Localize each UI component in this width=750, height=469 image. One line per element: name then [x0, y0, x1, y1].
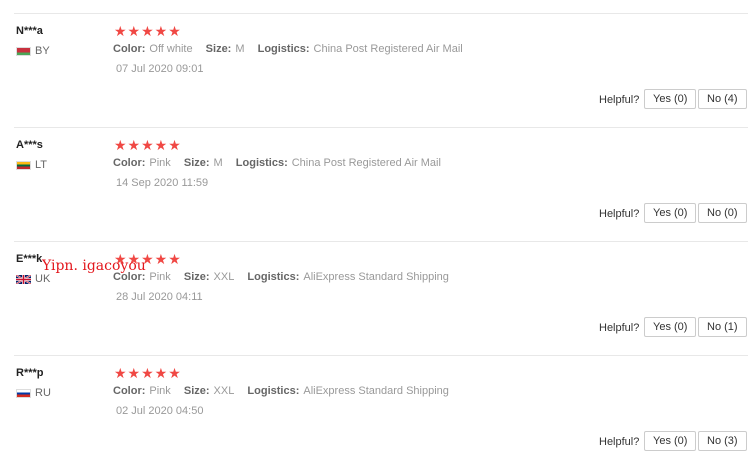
logistics-value: China Post Registered Air Mail: [313, 43, 463, 55]
star-rating: ★★★★★: [114, 365, 182, 381]
flag-lt-icon: [16, 160, 31, 170]
star-rating: ★★★★★: [114, 137, 182, 153]
logistics-label: Logistics:: [247, 385, 300, 397]
reviewer-name: A***s: [16, 139, 43, 151]
order-attributes: Color: Pink Size: M Logistics: China Post R…: [113, 157, 451, 169]
flag-by-icon: [16, 46, 31, 56]
color-label: Color:: [113, 43, 146, 55]
color-label: Color:: [113, 385, 146, 397]
logistics-value: China Post Registered Air Mail: [291, 157, 441, 169]
logistics-label: Logistics:: [247, 271, 300, 283]
helpful-yes-button[interactable]: Yes (0): [644, 431, 697, 451]
reviewer-country: LT: [16, 159, 47, 171]
size-value: M: [213, 157, 223, 169]
color-value: Pink: [149, 271, 171, 283]
reviewer-name: E***k: [16, 253, 43, 265]
reviewer-country: BY: [16, 45, 50, 57]
review-date: 02 Jul 2020 04:50: [116, 405, 204, 417]
review-date: 07 Jul 2020 09:01: [116, 63, 204, 75]
star-rating: ★★★★★: [114, 23, 182, 39]
helpful-no-button[interactable]: No (3): [698, 431, 747, 451]
logistics-value: AliExpress Standard Shipping: [303, 385, 449, 397]
size-value: XXL: [213, 271, 235, 283]
helpful-yes-button[interactable]: Yes (0): [644, 317, 697, 337]
color-value: Pink: [149, 385, 171, 397]
helpful-label: Helpful?: [599, 322, 640, 334]
size-value: M: [235, 43, 245, 55]
flag-uk-icon: [16, 274, 31, 284]
logistics-value: AliExpress Standard Shipping: [303, 271, 449, 283]
color-value: Pink: [149, 157, 171, 169]
review-date: 14 Sep 2020 11:59: [116, 177, 209, 189]
helpful-label: Helpful?: [599, 94, 640, 106]
size-label: Size:: [183, 385, 210, 397]
reviewer-country: UK: [16, 273, 50, 285]
size-value: XXL: [213, 385, 235, 397]
order-attributes: Color: Pink Size: XXL Logistics: AliExpress…: [113, 271, 459, 283]
order-attributes: Color: Pink Size: XXL Logistics: AliExpress…: [113, 385, 459, 397]
reviewer-country: RU: [16, 387, 51, 399]
flag-ru-icon: [16, 388, 31, 398]
helpful-no-button[interactable]: No (0): [698, 203, 747, 223]
helpful-label: Helpful?: [599, 208, 640, 220]
size-label: Size:: [183, 271, 210, 283]
reviewer-name: R***p: [16, 367, 44, 379]
helpful-label: Helpful?: [599, 436, 640, 448]
logistics-label: Logistics:: [235, 157, 288, 169]
size-label: Size:: [183, 157, 210, 169]
review-item: R***p RU ★★★★★ Color: Pink Size: XXL Logis…: [0, 355, 750, 469]
review-date: 28 Jul 2020 04:11: [116, 291, 203, 303]
color-value: Off white: [149, 43, 193, 55]
country-code: RU: [35, 387, 51, 399]
order-attributes: Color: Off white Size: M Logistics: China P…: [113, 43, 473, 55]
helpful-yes-button[interactable]: Yes (0): [644, 89, 697, 109]
color-label: Color:: [113, 157, 146, 169]
review-item: N***a BY ★★★★★ Color: Off white Size: M Lo…: [0, 13, 750, 127]
watermark-text: Yipn. igacoyou: [42, 258, 146, 274]
logistics-label: Logistics:: [257, 43, 310, 55]
country-code: UK: [35, 273, 51, 285]
size-label: Size:: [205, 43, 232, 55]
helpful-yes-button[interactable]: Yes (0): [644, 203, 697, 223]
country-code: LT: [35, 159, 48, 171]
reviewer-name: N***a: [16, 25, 43, 37]
review-item: A***s LT ★★★★★ Color: Pink Size: M Logisti…: [0, 127, 750, 241]
helpful-no-button[interactable]: No (4): [698, 89, 747, 109]
country-code: BY: [35, 45, 50, 57]
helpful-no-button[interactable]: No (1): [698, 317, 747, 337]
